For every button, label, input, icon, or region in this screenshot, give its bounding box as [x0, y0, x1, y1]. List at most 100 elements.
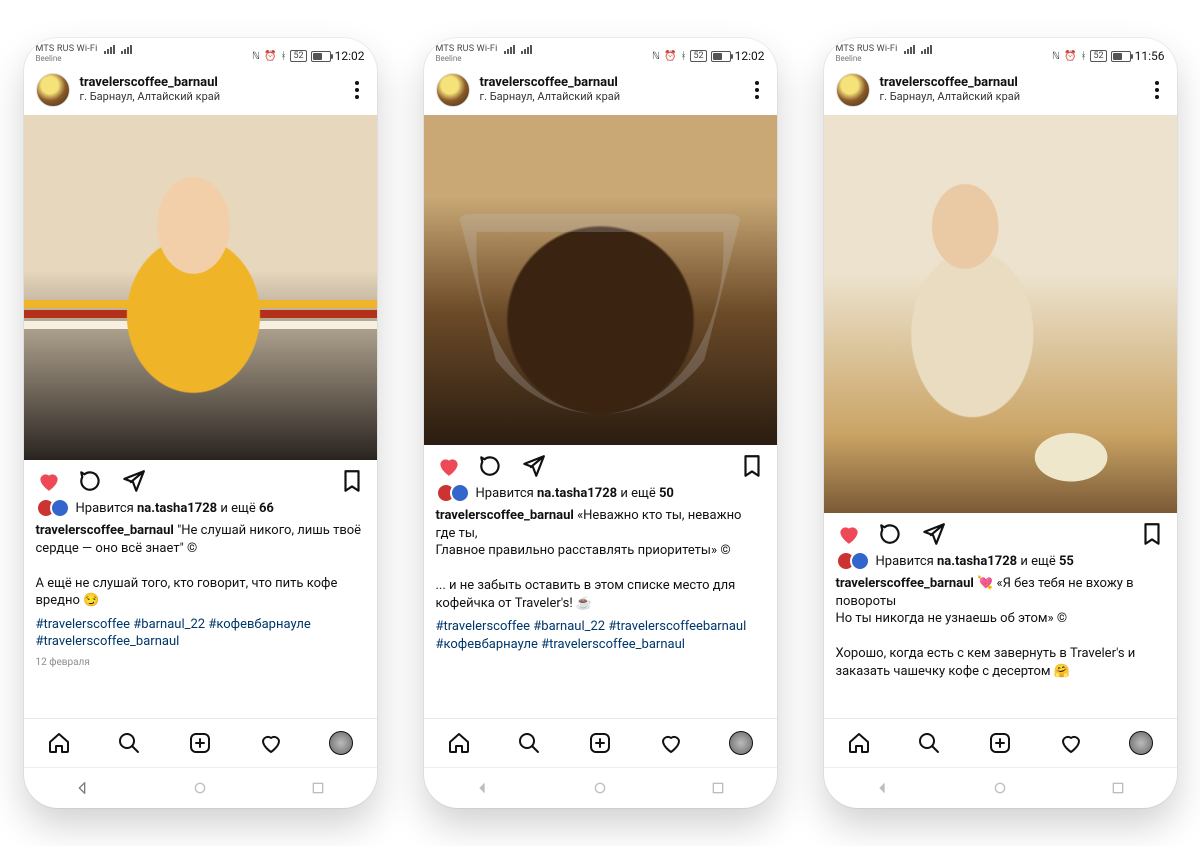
post-actions	[824, 513, 1177, 551]
like-button[interactable]	[836, 521, 862, 547]
activity-tab[interactable]	[1059, 731, 1083, 755]
profile-tab[interactable]	[1129, 731, 1153, 755]
alarm-icon: ⏰	[264, 51, 276, 62]
account-location[interactable]: г. Барнаул, Алтайский край	[80, 91, 221, 104]
home-button[interactable]	[192, 780, 208, 796]
more-options-button[interactable]	[1149, 75, 1165, 105]
recent-button[interactable]	[710, 780, 726, 796]
post-image[interactable]	[824, 115, 1177, 513]
like-button[interactable]	[436, 453, 462, 479]
recent-button[interactable]	[1110, 780, 1126, 796]
battery-icon	[711, 51, 731, 62]
likes-row[interactable]: Нравится na.tasha1728 и ещё 66	[24, 498, 377, 518]
search-tab[interactable]	[117, 731, 141, 755]
likes-row[interactable]: Нравится na.tasha1728 и ещё 50	[424, 483, 777, 503]
home-button[interactable]	[992, 780, 1008, 796]
home-button[interactable]	[592, 780, 608, 796]
clock: 12:02	[335, 49, 365, 63]
save-button[interactable]	[739, 453, 765, 479]
system-navbar	[424, 767, 777, 808]
account-avatar[interactable]	[36, 73, 70, 107]
nfc-icon: ℕ	[652, 51, 660, 62]
post-hashtags[interactable]: #travelerscoffee #barnaul_22 #travelersc…	[424, 612, 777, 653]
carrier-2: Beeline	[836, 54, 932, 63]
profile-tab[interactable]	[729, 731, 753, 755]
back-button[interactable]	[874, 780, 890, 796]
post-caption: travelerscoffee_barnaul "Не слушай никог…	[24, 518, 377, 610]
nfc-icon: ℕ	[1052, 51, 1060, 62]
save-button[interactable]	[339, 468, 365, 494]
alarm-icon: ⏰	[1064, 51, 1076, 62]
phone-2: MTS RUS Wi-Fi Beeline ℕ⏰ᚼ 52 12:02 trave…	[424, 38, 777, 808]
search-tab[interactable]	[917, 731, 941, 755]
account-location[interactable]: г. Барнаул, Алтайский край	[480, 91, 621, 104]
post-header: travelerscoffee_barnaulг. Барнаул, Алтай…	[824, 65, 1177, 115]
home-tab[interactable]	[47, 731, 71, 755]
phone-3: MTS RUS Wi-Fi Beeline ℕ⏰ᚼ 52 11:56 trave…	[824, 38, 1177, 808]
battery-percent: 52	[690, 50, 706, 62]
back-button[interactable]	[474, 780, 490, 796]
likes-row[interactable]: Нравится na.tasha1728 и ещё 55	[824, 551, 1177, 571]
status-bar: MTS RUS Wi-Fi Beeline ℕ⏰ᚼ 52 11:56	[824, 38, 1177, 65]
save-button[interactable]	[1139, 521, 1165, 547]
post-caption: travelerscoffee_barnaul «Неважно кто ты,…	[424, 503, 777, 612]
account-avatar[interactable]	[436, 73, 470, 107]
add-post-tab[interactable]	[588, 731, 612, 755]
post-actions	[424, 445, 777, 483]
carrier-2: Beeline	[436, 54, 532, 63]
likers-avatars	[836, 551, 870, 571]
nfc-icon: ℕ	[252, 51, 260, 62]
likers-avatars	[36, 498, 70, 518]
like-button[interactable]	[36, 468, 62, 494]
carrier-1: MTS RUS Wi-Fi	[836, 44, 898, 54]
comment-button[interactable]	[78, 468, 104, 494]
more-options-button[interactable]	[749, 75, 765, 105]
three-phone-mockup: MTS RUS Wi-Fi Beeline ℕ ⏰ ᚼ 52 12:02 tra…	[0, 0, 1200, 846]
alarm-icon: ⏰	[664, 51, 676, 62]
share-button[interactable]	[920, 521, 946, 547]
post-header: travelerscoffee_barnaul г. Барнаул, Алта…	[24, 65, 377, 115]
likers-avatars	[436, 483, 470, 503]
post-image[interactable]	[424, 115, 777, 445]
share-button[interactable]	[520, 453, 546, 479]
app-tabbar	[24, 718, 377, 767]
home-tab[interactable]	[847, 731, 871, 755]
account-username[interactable]: travelerscoffee_barnaul	[80, 76, 221, 91]
battery-percent: 52	[1090, 50, 1106, 62]
account-username[interactable]: travelerscoffee_barnaul	[480, 76, 621, 91]
profile-tab[interactable]	[329, 731, 353, 755]
home-tab[interactable]	[447, 731, 471, 755]
post-header: travelerscoffee_barnaulг. Барнаул, Алтай…	[424, 65, 777, 115]
share-button[interactable]	[120, 468, 146, 494]
activity-tab[interactable]	[659, 731, 683, 755]
add-post-tab[interactable]	[188, 731, 212, 755]
carrier-1: MTS RUS Wi-Fi	[36, 44, 98, 54]
search-tab[interactable]	[517, 731, 541, 755]
signal-icon	[904, 45, 915, 54]
back-button[interactable]	[74, 780, 90, 796]
comment-button[interactable]	[878, 521, 904, 547]
comment-button[interactable]	[478, 453, 504, 479]
signal-icon	[504, 45, 515, 54]
likes-text: Нравится na.tasha1728 и ещё 50	[476, 486, 674, 501]
account-avatar[interactable]	[836, 73, 870, 107]
bluetooth-icon: ᚼ	[1080, 51, 1086, 62]
post-hashtags[interactable]: #travelerscoffee #barnaul_22 #кофевбарна…	[24, 610, 377, 651]
more-options-button[interactable]	[349, 75, 365, 105]
signal-icon-2	[521, 45, 532, 54]
recent-button[interactable]	[310, 780, 326, 796]
app-tabbar	[824, 718, 1177, 767]
bluetooth-icon: ᚼ	[280, 51, 286, 62]
bluetooth-icon: ᚼ	[680, 51, 686, 62]
status-bar: MTS RUS Wi-Fi Beeline ℕ ⏰ ᚼ 52 12:02	[24, 38, 377, 65]
system-navbar	[24, 767, 377, 808]
account-location[interactable]: г. Барнаул, Алтайский край	[880, 91, 1021, 104]
phone-1: MTS RUS Wi-Fi Beeline ℕ ⏰ ᚼ 52 12:02 tra…	[24, 38, 377, 808]
post-date: 12 февраля	[24, 651, 377, 668]
battery-icon	[1111, 51, 1131, 62]
post-image[interactable]	[24, 115, 377, 460]
account-username[interactable]: travelerscoffee_barnaul	[880, 76, 1021, 91]
activity-tab[interactable]	[259, 731, 283, 755]
post-actions	[24, 460, 377, 498]
add-post-tab[interactable]	[988, 731, 1012, 755]
